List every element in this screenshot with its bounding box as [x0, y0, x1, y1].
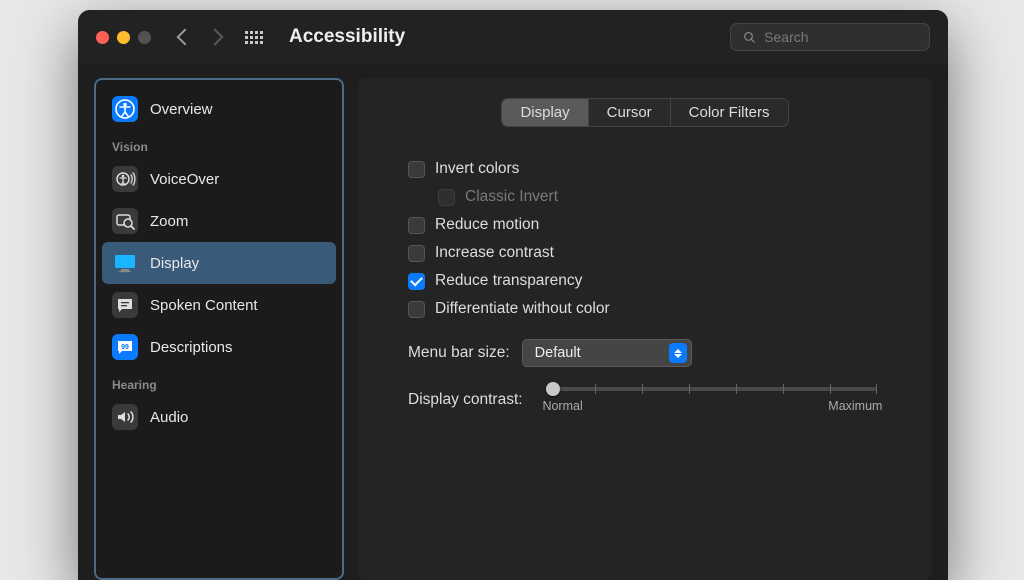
sidebar-item-label: Display [150, 255, 199, 272]
titlebar: Accessibility [78, 10, 948, 64]
window-title: Accessibility [289, 26, 716, 48]
sidebar: Overview Vision VoiceOver Zoom Display [94, 78, 344, 580]
sidebar-item-display[interactable]: Display [102, 242, 336, 284]
minimize-icon[interactable] [117, 31, 130, 44]
sidebar-item-label: Overview [150, 101, 213, 118]
accessibility-icon [112, 96, 138, 122]
back-button[interactable] [177, 29, 194, 46]
search-field[interactable] [730, 23, 930, 51]
audio-icon [112, 404, 138, 430]
search-icon [743, 30, 756, 45]
sidebar-item-spoken-content[interactable]: Spoken Content [102, 284, 336, 326]
classic-invert-checkbox [438, 189, 455, 206]
option-reduce-transparency: Reduce transparency [388, 267, 902, 295]
preferences-window: Accessibility Overview Vision VoiceOver [78, 10, 948, 580]
sidebar-item-label: Audio [150, 409, 188, 426]
sidebar-item-voiceover[interactable]: VoiceOver [102, 158, 336, 200]
reduce-transparency-label: Reduce transparency [435, 272, 582, 290]
search-input[interactable] [764, 29, 917, 45]
sidebar-section-vision: Vision [102, 130, 336, 158]
menu-bar-size-row: Menu bar size: Default [388, 323, 902, 373]
diff-without-color-checkbox[interactable] [408, 301, 425, 318]
slider-min-label: Normal [542, 399, 582, 413]
reduce-transparency-checkbox[interactable] [408, 273, 425, 290]
display-contrast-slider[interactable] [548, 387, 876, 391]
show-all-icon[interactable] [245, 31, 263, 44]
forward-button [207, 29, 224, 46]
classic-invert-label: Classic Invert [465, 188, 558, 206]
option-invert-colors: Invert colors [388, 155, 902, 183]
option-differentiate-without-color: Differentiate without color [388, 295, 902, 323]
zoom-icon [112, 208, 138, 234]
sidebar-item-zoom[interactable]: Zoom [102, 200, 336, 242]
spoken-content-icon [112, 292, 138, 318]
tab-cursor[interactable]: Cursor [588, 99, 670, 126]
menu-bar-size-value: Default [535, 345, 581, 361]
sidebar-item-audio[interactable]: Audio [102, 396, 336, 438]
increase-contrast-checkbox[interactable] [408, 245, 425, 262]
voiceover-icon [112, 166, 138, 192]
menu-bar-size-popup[interactable]: Default [522, 339, 692, 367]
sidebar-item-descriptions[interactable]: 99 Descriptions [102, 326, 336, 368]
nav-arrows [179, 31, 221, 43]
sidebar-item-label: VoiceOver [150, 171, 219, 188]
content-pane: Display Cursor Color Filters Invert colo… [358, 78, 932, 580]
close-icon[interactable] [96, 31, 109, 44]
zoom-window-icon[interactable] [138, 31, 151, 44]
slider-max-label: Maximum [828, 399, 882, 413]
sidebar-item-label: Descriptions [150, 339, 233, 356]
tab-bar: Display Cursor Color Filters [388, 98, 902, 127]
diff-without-color-label: Differentiate without color [435, 300, 610, 318]
option-increase-contrast: Increase contrast [388, 239, 902, 267]
svg-text:99: 99 [121, 344, 129, 351]
reduce-motion-checkbox[interactable] [408, 217, 425, 234]
tab-display[interactable]: Display [502, 99, 587, 126]
slider-knob[interactable] [546, 382, 560, 396]
sidebar-item-overview[interactable]: Overview [102, 88, 336, 130]
sidebar-item-label: Spoken Content [150, 297, 258, 314]
tab-color-filters[interactable]: Color Filters [670, 99, 788, 126]
display-icon [112, 250, 138, 276]
display-contrast-row: Display contrast: Normal [388, 373, 902, 413]
sidebar-section-hearing: Hearing [102, 368, 336, 396]
option-reduce-motion: Reduce motion [388, 211, 902, 239]
increase-contrast-label: Increase contrast [435, 244, 554, 262]
invert-colors-checkbox[interactable] [408, 161, 425, 178]
display-contrast-label: Display contrast: [408, 391, 538, 409]
reduce-motion-label: Reduce motion [435, 216, 539, 234]
descriptions-icon: 99 [112, 334, 138, 360]
sidebar-item-label: Zoom [150, 213, 188, 230]
option-classic-invert: Classic Invert [388, 183, 902, 211]
invert-colors-label: Invert colors [435, 160, 519, 178]
menu-bar-size-label: Menu bar size: [408, 344, 510, 362]
popup-stepper-icon [669, 343, 687, 363]
window-controls [96, 31, 151, 44]
